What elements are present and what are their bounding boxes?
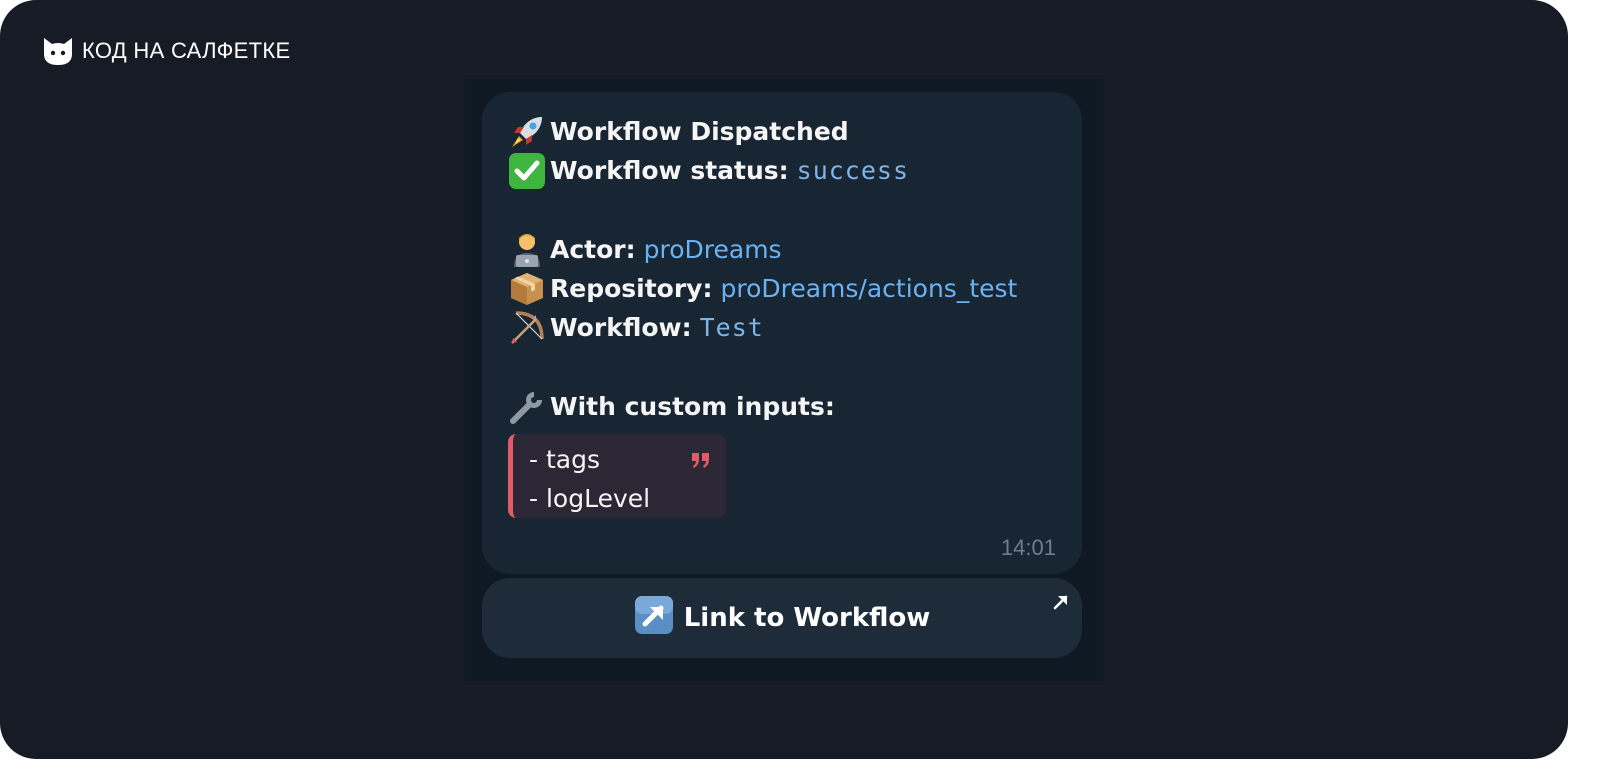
workflow-value: Test [699, 313, 764, 342]
brand: КОД НА САЛФЕТКЕ [42, 36, 290, 66]
line-status: Workflow status: success [508, 151, 1017, 190]
message-bubble: Workflow Dispatched Workflow status: suc… [482, 92, 1082, 574]
status-value: success [796, 156, 910, 185]
message-time: 14:01 [1000, 535, 1056, 560]
repository-label: Repository: [550, 274, 713, 303]
button-label: Link to Workflow [683, 603, 931, 633]
quote-line: - logLevel [529, 484, 651, 513]
link-to-workflow-button[interactable]: Link to Workflow [482, 578, 1082, 658]
message-content: Workflow Dispatched Workflow status: suc… [508, 112, 1017, 426]
chat-area: Workflow Dispatched Workflow status: suc… [465, 79, 1103, 681]
technologist-icon [508, 230, 550, 269]
line-dispatched: Workflow Dispatched [508, 112, 1017, 151]
actor-label: Actor: [550, 235, 636, 264]
line-workflow: Workflow: Test [508, 308, 1017, 347]
wrench-icon [508, 387, 550, 426]
repository-link[interactable]: proDreams/actions_test [720, 269, 1017, 308]
bow-and-arrow-icon [508, 308, 550, 347]
dispatched-text: Workflow Dispatched [550, 117, 849, 146]
line-inputs: With custom inputs: [508, 387, 1017, 426]
rocket-icon [508, 112, 550, 151]
screenshot-frame: КОД НА САЛФЕТКЕ Workflow Dispatched Work… [0, 0, 1568, 759]
actor-link[interactable]: proDreams [644, 230, 782, 269]
check-mark-icon [508, 151, 550, 190]
line-repository: Repository: proDreams/actions_test [508, 269, 1017, 308]
quote-icon [690, 446, 712, 475]
external-link-arrow-icon [1052, 588, 1070, 618]
brand-name: КОД НА САЛФЕТКЕ [82, 38, 291, 63]
inputs-label: With custom inputs: [550, 392, 835, 421]
workflow-label: Workflow: [550, 313, 692, 342]
cat-head-icon [42, 36, 74, 66]
custom-inputs-quote: - tags - logLevel [508, 434, 726, 518]
up-right-arrow-icon [634, 595, 674, 642]
status-label: Workflow status: [550, 156, 789, 185]
line-actor: Actor: proDreams [508, 230, 1017, 269]
package-icon [508, 269, 550, 308]
